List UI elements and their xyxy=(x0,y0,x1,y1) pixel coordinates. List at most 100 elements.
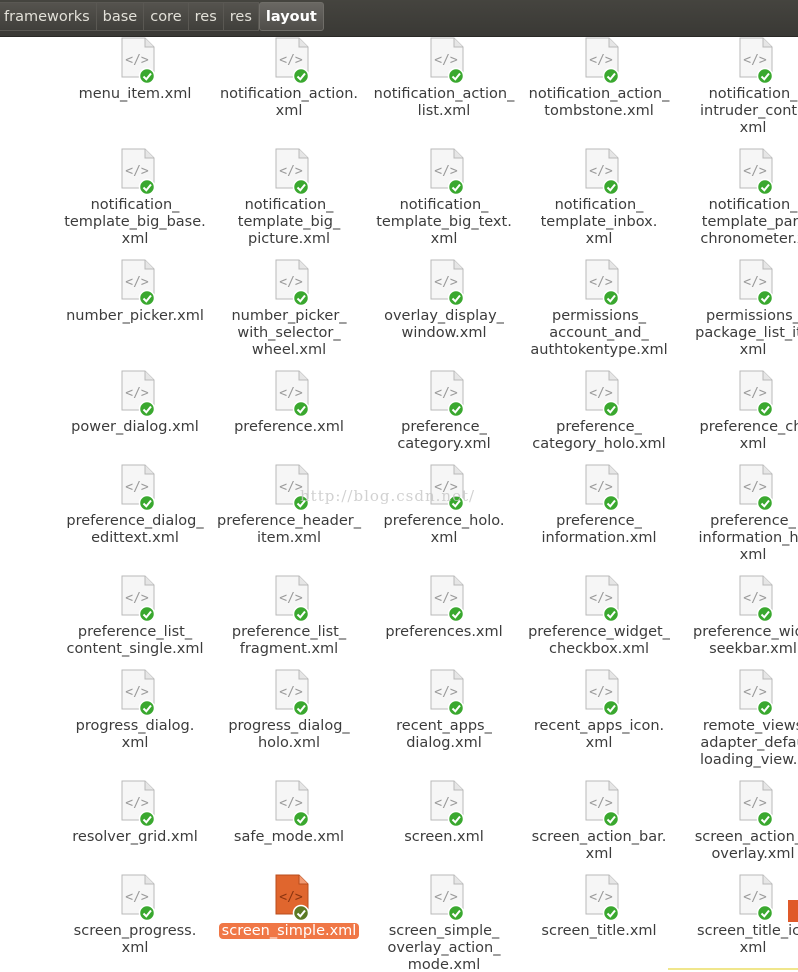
xml-file-icon: </> xyxy=(736,370,776,418)
svg-text:</>: </> xyxy=(279,275,303,290)
file-name: notification_action. xml xyxy=(219,86,359,119)
file-name: e_list_ eader. xyxy=(0,86,42,120)
xml-file-icon: </> xyxy=(582,575,622,623)
xml-file-icon: </> xyxy=(118,780,158,828)
crumb-base[interactable]: base xyxy=(96,2,145,31)
svg-text:</>: </> xyxy=(589,796,613,811)
file-name: overlay_display_ window.xml xyxy=(384,308,504,341)
xml-file-icon: </> xyxy=(118,669,158,717)
xml-file-icon: </> xyxy=(118,259,158,307)
svg-text:</>: </> xyxy=(743,796,767,811)
svg-text:</>: </> xyxy=(434,890,458,905)
xml-file-icon: </> xyxy=(427,780,467,828)
file-name: screen.xml xyxy=(404,829,484,845)
svg-text:</>: </> xyxy=(589,386,613,401)
file-name: notification_ template_big_base. xml xyxy=(64,197,206,247)
svg-text:</>: </> xyxy=(125,591,149,606)
xml-file-icon: </> xyxy=(272,370,312,418)
file-name: preference_dialog_ edittext.xml xyxy=(66,513,204,546)
file-name: number_picker.xml xyxy=(66,308,204,324)
xml-file-icon: </> xyxy=(736,874,776,922)
svg-text:</>: </> xyxy=(125,386,149,401)
svg-text:</>: </> xyxy=(434,386,458,401)
crumb-frameworks[interactable]: frameworks xyxy=(0,2,97,31)
xml-file-icon: </> xyxy=(582,669,622,717)
xml-file-icon: </> xyxy=(272,259,312,307)
file-name: progress_dialog. xml xyxy=(75,718,195,751)
svg-text:</>: </> xyxy=(589,53,613,68)
file-name: screen_simple_ overlay_action_ mode.xml xyxy=(387,923,501,972)
svg-text:</>: </> xyxy=(589,480,613,495)
file-name: notification_action_ list.xml xyxy=(373,86,515,119)
xml-file-icon: </> xyxy=(427,148,467,196)
svg-text:</>: </> xyxy=(125,890,149,905)
file-name: recent_apps_ dialog.xml xyxy=(396,718,492,751)
xml-file-icon: </> xyxy=(427,370,467,418)
xml-file-icon: </> xyxy=(736,575,776,623)
xml-file-icon: </> xyxy=(582,464,622,512)
file-name: notification_ template_big_text. xml xyxy=(376,197,512,247)
svg-text:</>: </> xyxy=(743,386,767,401)
xml-file-icon: </> xyxy=(427,37,467,85)
crumb-core[interactable]: core xyxy=(144,2,189,31)
file-name: preference_ category.xml xyxy=(397,419,491,452)
xml-file-icon: </> xyxy=(736,259,776,307)
crumb-res-2[interactable]: res xyxy=(223,2,259,31)
xml-file-icon: </> xyxy=(582,370,622,418)
xml-file-icon: </> xyxy=(118,37,158,85)
file-name: _item. xyxy=(0,829,42,846)
file-name: preference_header_ item.xml xyxy=(216,513,362,546)
file-name: progress_dialog_ holo.xml xyxy=(228,718,350,751)
svg-text:</>: </> xyxy=(434,53,458,68)
file-name: permissions_ account_and_ authtokentype.… xyxy=(530,308,668,358)
xml-file-icon: </> xyxy=(272,37,312,85)
xml-file-icon: </> xyxy=(582,780,622,828)
xml-file-icon: </> xyxy=(272,669,312,717)
svg-text:</>: </> xyxy=(434,164,458,179)
breadcrumb: frameworks base core res res layout xyxy=(0,2,324,33)
file-name: child_ nl xyxy=(0,513,42,547)
watermark: http://blog.csdn.net/ xyxy=(300,487,476,505)
xml-file-icon: </> xyxy=(736,464,776,512)
svg-text:</>: </> xyxy=(743,480,767,495)
file-name: tom_ ml xyxy=(0,923,42,957)
xml-file-icon: </> xyxy=(582,37,622,85)
crumb-res[interactable]: res xyxy=(188,2,224,31)
xml-file-icon: </> xyxy=(427,259,467,307)
status-line xyxy=(668,968,798,970)
svg-text:</>: </> xyxy=(125,275,149,290)
svg-text:</>: </> xyxy=(589,685,613,700)
file-name: on_ part_ nl xyxy=(0,308,42,359)
svg-text:</>: </> xyxy=(589,890,613,905)
svg-text:</>: </> xyxy=(279,164,303,179)
file-name: screen_progress. xml xyxy=(73,923,197,956)
xml-file-icon: </> xyxy=(118,575,158,623)
xml-file-icon: </> xyxy=(736,37,776,85)
xml-file-icon: </> xyxy=(272,780,312,828)
file-name: notification_ template_big_ picture.xml xyxy=(237,197,341,247)
location-pathbar: frameworks base core res res layout xyxy=(0,0,798,37)
file-name: preference_widget_ checkbox.xml xyxy=(528,624,670,657)
svg-text:</>: </> xyxy=(279,890,303,905)
xml-file-icon: </> xyxy=(736,780,776,828)
svg-text:</>: </> xyxy=(279,591,303,606)
xml-file-icon: </> xyxy=(582,148,622,196)
svg-text:</>: </> xyxy=(279,685,303,700)
file-name: on_ se.xml xyxy=(0,197,42,231)
svg-text:</>: </> xyxy=(743,53,767,68)
xml-file-icon: </> xyxy=(582,874,622,922)
xml-file-icon: </> xyxy=(427,874,467,922)
xml-file-icon: </> xyxy=(427,575,467,623)
svg-text:</>: </> xyxy=(279,796,303,811)
svg-text:</>: </> xyxy=(279,386,303,401)
xml-file-icon: </> xyxy=(582,259,622,307)
svg-text:</>: </> xyxy=(434,685,458,700)
svg-text:</>: </> xyxy=(125,480,149,495)
xml-file-icon: </> xyxy=(118,148,158,196)
svg-text:</>: </> xyxy=(743,591,767,606)
file-name: screen_title.xml xyxy=(541,923,657,939)
file-name: screen_action_bar. xml xyxy=(531,829,667,862)
xml-file-icon: </> xyxy=(736,669,776,717)
xml-file-icon: </> xyxy=(118,874,158,922)
crumb-layout[interactable]: layout xyxy=(258,2,324,31)
